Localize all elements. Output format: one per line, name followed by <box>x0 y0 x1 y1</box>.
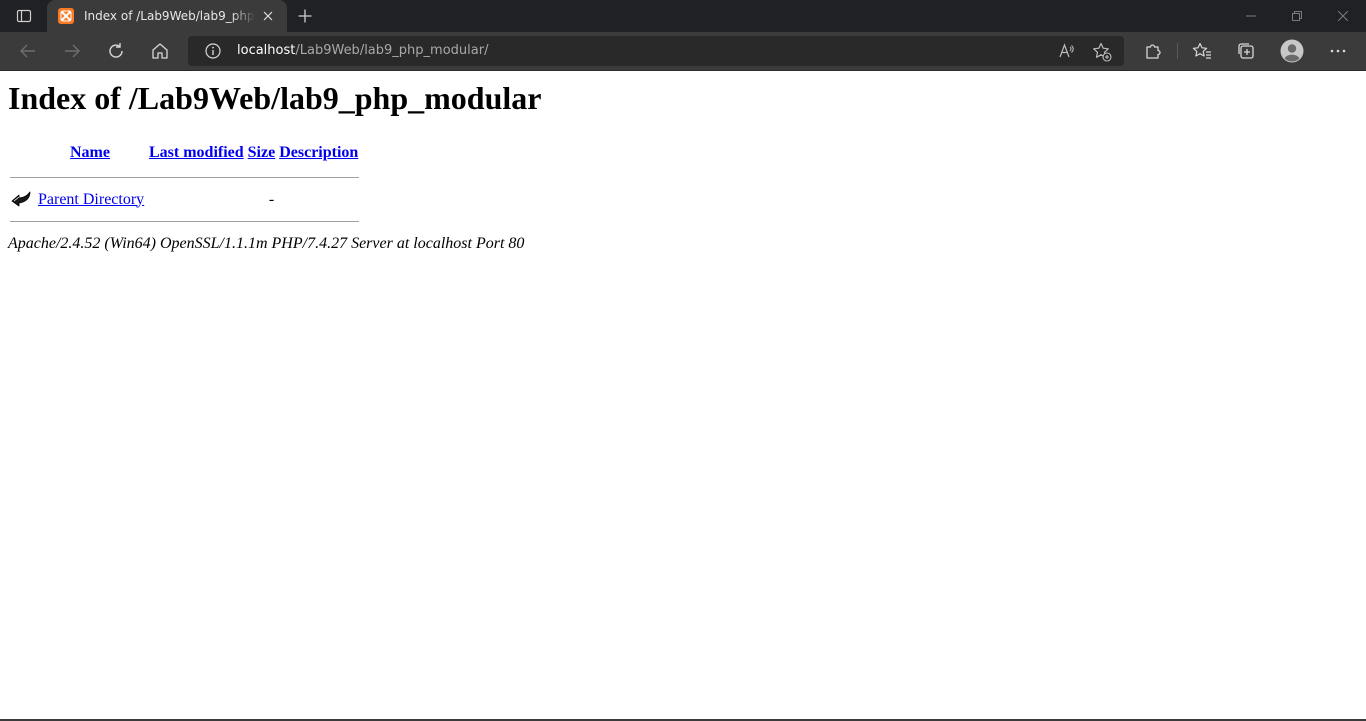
refresh-icon <box>109 43 123 58</box>
url-path: /Lab9Web/lab9_php_modular/ <box>295 43 489 58</box>
sort-name-link[interactable]: Name <box>70 144 110 161</box>
avatar <box>1280 39 1304 63</box>
puzzle-icon <box>1146 44 1161 59</box>
home-button[interactable] <box>144 35 176 67</box>
minimize-button[interactable] <box>1228 0 1274 32</box>
row-description-cell <box>278 188 359 210</box>
add-favorite-button[interactable] <box>1092 42 1112 62</box>
favorites-icon <box>1192 42 1211 59</box>
home-icon <box>152 43 168 59</box>
sort-last-modified-link[interactable]: Last modified <box>149 144 244 161</box>
divider <box>10 176 360 178</box>
close-icon <box>263 11 273 21</box>
collections-button[interactable] <box>1230 35 1262 67</box>
collections-icon <box>1238 43 1254 59</box>
url-host: localhost <box>237 43 296 58</box>
tab-title: Index of /Lab9Web/lab9_php_modular <box>84 9 256 23</box>
active-tab[interactable]: Index of /Lab9Web/lab9_php_modular <box>47 0 287 32</box>
row-name-cell: Parent Directory <box>36 188 146 210</box>
arrow-left-icon <box>20 44 35 58</box>
close-icon <box>1338 11 1348 21</box>
name-column-header: Name <box>36 139 146 166</box>
more-icon <box>1330 49 1346 53</box>
settings-more-button[interactable] <box>1322 35 1354 67</box>
back-button[interactable] <box>12 35 44 67</box>
read-aloud-icon <box>1059 43 1074 58</box>
back-arrow-icon <box>11 191 31 207</box>
address-bar[interactable]: localhost/Lab9Web/lab9_php_modular/ <box>188 36 1124 66</box>
size-column-header: Size <box>247 139 277 166</box>
toolbar-separator <box>1177 43 1178 59</box>
minimize-icon <box>1246 15 1256 17</box>
tab-bar: Index of /Lab9Web/lab9_php_modular <box>0 0 1366 32</box>
xampp-icon <box>58 8 74 24</box>
plus-icon <box>298 9 312 23</box>
close-window-button[interactable] <box>1320 0 1366 32</box>
read-aloud-button[interactable] <box>1058 42 1076 60</box>
restore-icon <box>1292 11 1302 21</box>
icon-column-header <box>10 139 34 166</box>
navigation-toolbar: localhost/Lab9Web/lab9_php_modular/ <box>0 32 1366 71</box>
blank-icon <box>11 140 31 160</box>
restore-button[interactable] <box>1274 0 1320 32</box>
footer-divider-row <box>10 212 360 230</box>
forward-button[interactable] <box>56 35 88 67</box>
sort-size-link[interactable]: Size <box>248 144 276 161</box>
table-header: Name Last modified Size Description <box>10 139 359 166</box>
new-tab-button[interactable] <box>293 4 317 28</box>
page-content: Index of /Lab9Web/lab9_php_modular Name … <box>0 71 1366 719</box>
server-signature: Apache/2.4.52 (Win64) OpenSSL/1.1.1m PHP… <box>8 235 525 252</box>
table-row: Parent Directory - <box>10 188 359 210</box>
row-icon-cell <box>10 188 34 210</box>
info-icon <box>205 43 221 59</box>
tab-actions-button[interactable] <box>8 0 40 32</box>
row-last-modified-cell <box>148 188 245 210</box>
page-title: Index of /Lab9Web/lab9_php_modular <box>8 80 542 116</box>
star-add-icon <box>1093 42 1112 62</box>
description-column-header: Description <box>278 139 359 166</box>
favorites-button[interactable] <box>1186 35 1218 67</box>
directory-listing: Name Last modified Size Description Pare… <box>8 137 361 232</box>
parent-directory-link[interactable]: Parent Directory <box>38 191 144 208</box>
arrow-right-icon <box>65 44 80 58</box>
extensions-button[interactable] <box>1137 35 1169 67</box>
last-modified-column-header: Last modified <box>148 139 245 166</box>
url-text: localhost/Lab9Web/lab9_php_modular/ <box>237 43 488 59</box>
refresh-button[interactable] <box>100 35 132 67</box>
profile-button[interactable] <box>1276 35 1308 67</box>
sort-description-link[interactable]: Description <box>279 144 358 161</box>
divider <box>10 220 360 222</box>
row-size-cell: - <box>268 190 275 208</box>
header-divider-row <box>10 168 360 186</box>
tab-actions-icon <box>16 9 32 23</box>
tab-close-button[interactable] <box>260 8 276 24</box>
site-info-button[interactable] <box>205 43 221 59</box>
